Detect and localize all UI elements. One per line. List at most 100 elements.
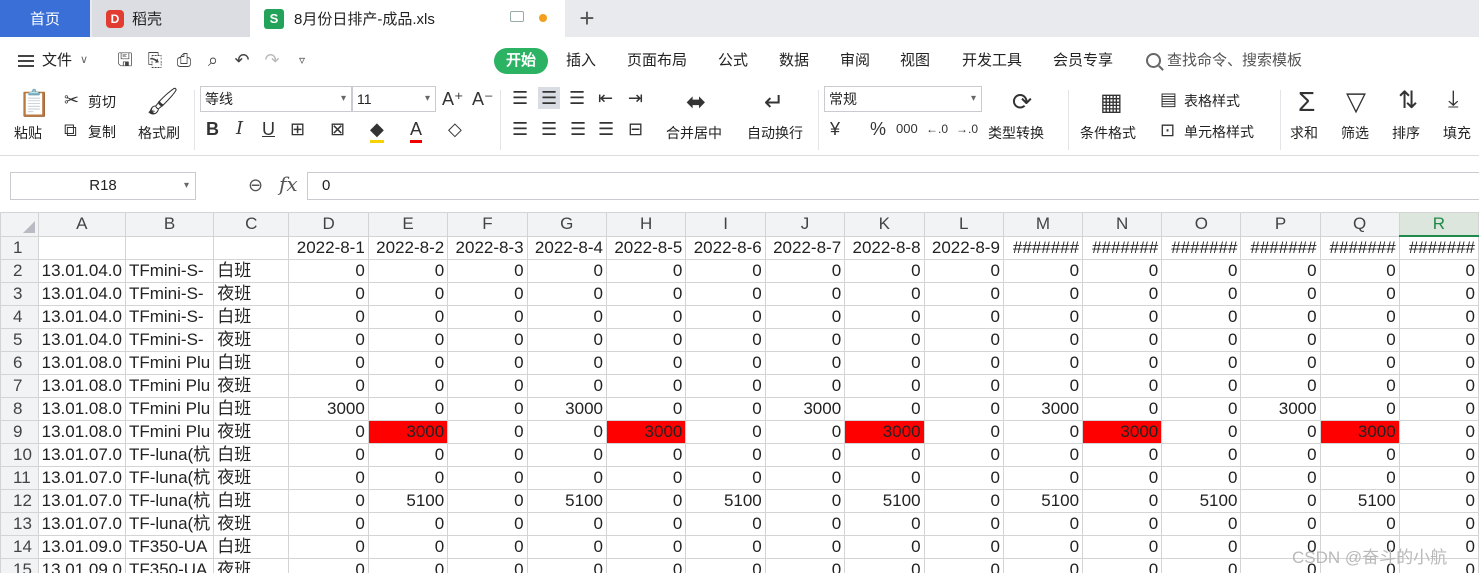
table-cell[interactable]: 0 xyxy=(1398,397,1479,421)
row-header[interactable]: 3 xyxy=(0,282,39,306)
table-cell-c[interactable]: 夜班 xyxy=(213,282,290,306)
table-cell[interactable]: 0 xyxy=(1002,443,1084,467)
column-header[interactable]: E xyxy=(367,212,449,237)
tab-home[interactable]: 首页 xyxy=(0,0,90,37)
table-cell[interactable]: 0 xyxy=(1319,466,1400,490)
table-cell[interactable]: 0 xyxy=(1082,443,1163,467)
table-cell-a[interactable]: 13.01.07.0 xyxy=(37,466,126,490)
table-cell[interactable]: 0 xyxy=(605,305,687,329)
table-cell[interactable]: 0 xyxy=(923,259,1004,283)
table-cell[interactable]: 0 xyxy=(605,489,687,513)
table-cell[interactable]: 3000 xyxy=(288,397,369,421)
table-cell[interactable]: 3000 xyxy=(764,397,846,421)
table-cell[interactable]: 0 xyxy=(923,305,1004,329)
table-cell[interactable]: 0 xyxy=(605,558,687,573)
align-bottom-icon[interactable]: ☰ xyxy=(569,87,585,109)
row-header[interactable]: 11 xyxy=(0,466,39,490)
table-cell[interactable]: 0 xyxy=(1240,282,1321,306)
table-cell[interactable]: 0 xyxy=(1161,328,1242,352)
table-cell[interactable]: 0 xyxy=(526,259,607,283)
table-cell[interactable]: 0 xyxy=(1398,351,1479,375)
table-cell[interactable]: 0 xyxy=(1002,282,1084,306)
header-cell[interactable]: 2022-8-5 xyxy=(605,235,687,260)
table-cell[interactable]: 0 xyxy=(844,535,925,559)
table-cell[interactable]: 0 xyxy=(1161,397,1242,421)
table-cell[interactable]: 0 xyxy=(447,397,528,421)
ribbon-tab-page-layout[interactable]: 页面布局 xyxy=(627,37,687,84)
table-cell[interactable]: 0 xyxy=(1161,443,1242,467)
column-header[interactable]: M xyxy=(1002,212,1084,237)
table-cell-a[interactable]: 13.01.07.0 xyxy=(37,489,126,513)
cell-border-style-icon[interactable]: ⊠ xyxy=(330,118,345,140)
table-cell-a[interactable]: 13.01.09.0 xyxy=(37,535,126,559)
table-cell[interactable]: 0 xyxy=(447,328,528,352)
new-tab-plus-icon[interactable]: + xyxy=(576,4,598,32)
column-header[interactable]: C xyxy=(213,212,290,237)
table-cell[interactable]: 0 xyxy=(685,328,766,352)
table-cell[interactable]: 0 xyxy=(1398,420,1479,444)
table-cell[interactable]: 0 xyxy=(1082,305,1163,329)
table-cell[interactable]: 0 xyxy=(526,443,607,467)
tab-spreadsheet-file[interactable]: S 8月份日排产-成品.xls xyxy=(250,0,565,37)
row-header[interactable]: 12 xyxy=(0,489,39,513)
table-cell[interactable]: 0 xyxy=(685,512,766,536)
header-cell[interactable]: ####### xyxy=(1319,235,1400,260)
table-cell[interactable]: 0 xyxy=(1002,558,1084,573)
column-header[interactable]: G xyxy=(526,212,607,237)
table-cell[interactable]: 0 xyxy=(1161,259,1242,283)
table-cell-c[interactable]: 夜班 xyxy=(213,328,290,352)
table-cell[interactable]: 0 xyxy=(844,259,925,283)
table-cell-a[interactable]: 13.01.08.0 xyxy=(37,397,126,421)
table-cell[interactable]: 0 xyxy=(685,558,766,573)
table-cell[interactable]: 0 xyxy=(1240,420,1321,444)
table-cell[interactable]: 0 xyxy=(447,374,528,398)
table-cell-a[interactable]: 13.01.08.0 xyxy=(37,374,126,398)
table-cell[interactable]: 0 xyxy=(288,535,369,559)
table-cell[interactable]: 0 xyxy=(605,397,687,421)
table-cell[interactable]: 0 xyxy=(685,259,766,283)
thousands-separator-icon[interactable]: 000 xyxy=(896,118,918,140)
table-cell[interactable]: 0 xyxy=(1002,420,1084,444)
table-cell[interactable]: 0 xyxy=(1319,282,1400,306)
table-cell[interactable]: 0 xyxy=(288,328,369,352)
table-cell-c[interactable]: 白班 xyxy=(213,397,290,421)
table-cell[interactable]: 0 xyxy=(288,466,369,490)
align-top-icon[interactable]: ☰ xyxy=(512,87,528,109)
table-cell[interactable]: 0 xyxy=(923,328,1004,352)
table-cell[interactable]: 3000 xyxy=(1240,397,1321,421)
table-cell-c[interactable]: 白班 xyxy=(213,489,290,513)
table-cell[interactable]: 0 xyxy=(367,282,449,306)
table-cell[interactable]: 0 xyxy=(844,374,925,398)
table-cell-a[interactable]: 13.01.04.0 xyxy=(37,282,126,306)
column-header[interactable]: L xyxy=(923,212,1004,237)
table-cell-a[interactable]: 13.01.04.0 xyxy=(37,305,126,329)
table-cell[interactable]: 0 xyxy=(764,351,846,375)
table-cell[interactable]: 0 xyxy=(1082,259,1163,283)
tab-docer[interactable]: D 稻壳 xyxy=(92,0,250,37)
table-cell-c[interactable]: 白班 xyxy=(213,259,290,283)
table-cell[interactable]: 0 xyxy=(1398,489,1479,513)
table-cell-c[interactable]: 夜班 xyxy=(213,466,290,490)
table-cell[interactable]: 3000 xyxy=(1082,420,1163,444)
type-convert-button[interactable]: 类型转换 xyxy=(988,123,1044,143)
table-cell[interactable]: 0 xyxy=(288,512,369,536)
table-cell[interactable]: 0 xyxy=(764,489,846,513)
table-cell[interactable]: 0 xyxy=(447,259,528,283)
redo-icon[interactable]: ↷ xyxy=(262,50,282,70)
table-cell[interactable]: 0 xyxy=(526,305,607,329)
table-cell-b[interactable]: TFmini-S- xyxy=(124,328,215,352)
table-cell[interactable]: 0 xyxy=(844,558,925,573)
table-cell-a[interactable]: 13.01.07.0 xyxy=(37,443,126,467)
table-cell[interactable]: 3000 xyxy=(1002,397,1084,421)
table-cell[interactable]: 0 xyxy=(1002,512,1084,536)
format-painter-icon[interactable]: 🖌 xyxy=(146,86,179,117)
ribbon-tab-formulas[interactable]: 公式 xyxy=(718,37,748,84)
row-header[interactable]: 15 xyxy=(0,558,39,573)
table-cell[interactable]: 0 xyxy=(1082,535,1163,559)
table-cell[interactable]: 3000 xyxy=(605,420,687,444)
table-cell[interactable]: 0 xyxy=(923,351,1004,375)
table-cell[interactable]: 0 xyxy=(526,374,607,398)
table-cell[interactable]: 0 xyxy=(526,420,607,444)
number-format-select[interactable]: 常规 ▾ xyxy=(824,86,982,112)
table-cell-b[interactable]: TF350-UA xyxy=(124,535,215,559)
